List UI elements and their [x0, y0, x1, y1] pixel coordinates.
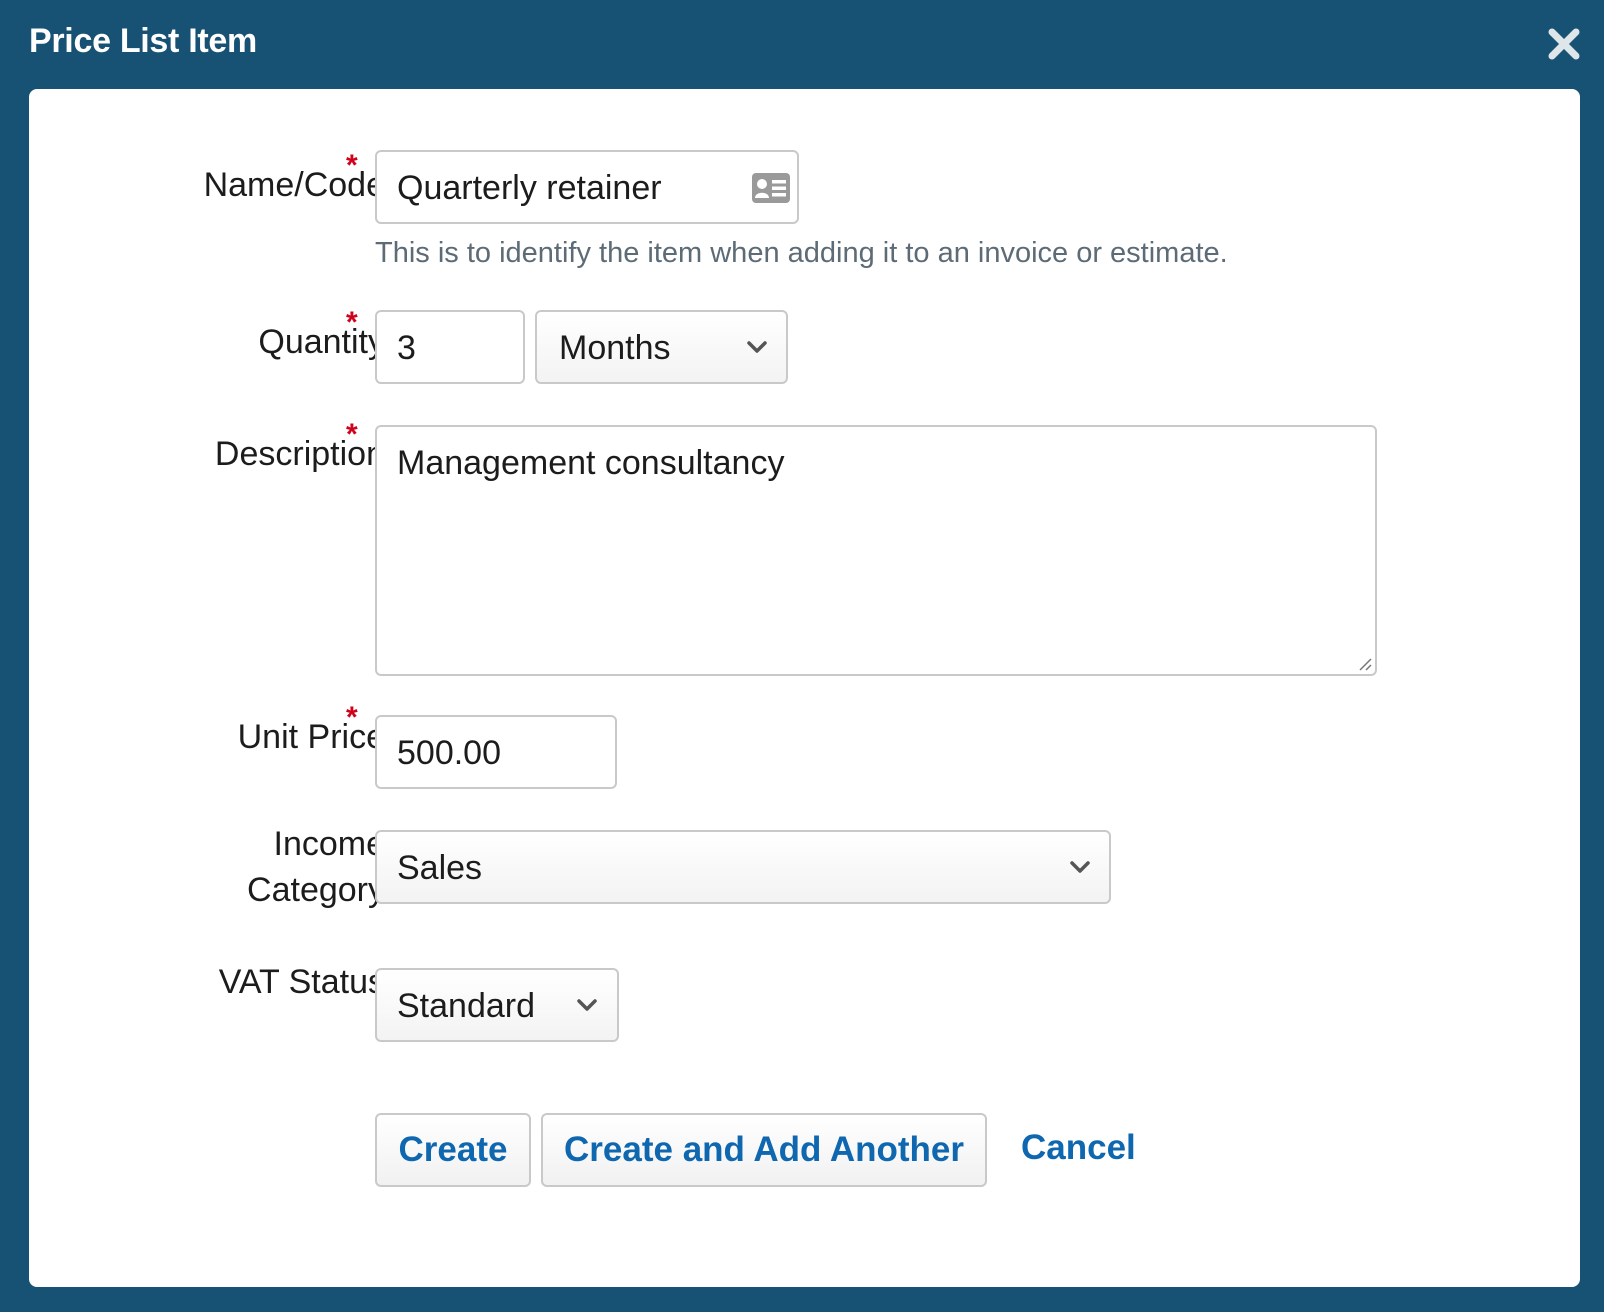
income-category-select[interactable]: Sales — [375, 830, 1111, 904]
close-icon[interactable] — [1546, 26, 1582, 62]
quantity-input[interactable]: 3 — [375, 310, 525, 384]
dialog-body: Name/Code * Quarterly retainer This is t… — [29, 89, 1580, 1287]
dialog-titlebar: Price List Item — [0, 0, 1604, 89]
dialog-title: Price List Item — [29, 22, 257, 60]
required-mark: * — [346, 701, 358, 734]
unit-price-input[interactable]: 500.00 — [375, 715, 617, 789]
income-category-value: Sales — [397, 849, 483, 887]
quantity-value: 3 — [397, 329, 416, 367]
vat-status-select[interactable]: Standard — [375, 968, 619, 1042]
required-mark: * — [346, 418, 358, 451]
description-value: Management consultancy — [397, 444, 785, 482]
quantity-label: Quantity — [258, 323, 385, 361]
create-button[interactable]: Create — [375, 1113, 531, 1187]
quantity-unit-select[interactable]: Months — [535, 310, 788, 384]
required-mark: * — [346, 306, 358, 339]
income-category-label-line1: Income — [273, 825, 386, 863]
unit-price-label: Unit Price — [237, 718, 385, 756]
create-and-add-another-button[interactable]: Create and Add Another — [541, 1113, 987, 1187]
contact-card-icon[interactable] — [751, 172, 791, 204]
chevron-down-icon — [1070, 861, 1090, 873]
description-textarea[interactable]: Management consultancy — [375, 425, 1377, 676]
name-code-input[interactable]: Quarterly retainer — [375, 150, 799, 224]
unit-price-value: 500.00 — [397, 734, 501, 772]
chevron-down-icon — [577, 999, 597, 1011]
required-mark: * — [346, 149, 358, 182]
description-label: Description — [214, 435, 385, 473]
cancel-link[interactable]: Cancel — [1021, 1128, 1136, 1168]
vat-status-label: VAT Status — [218, 963, 385, 1001]
chevron-down-icon — [747, 341, 767, 353]
quantity-unit-value: Months — [559, 329, 671, 367]
vat-status-value: Standard — [397, 987, 535, 1025]
name-code-value: Quarterly retainer — [397, 169, 662, 207]
resize-handle-icon[interactable] — [1356, 655, 1372, 671]
name-code-hint: This is to identify the item when adding… — [375, 237, 1228, 269]
income-category-label-line2: Category — [247, 871, 385, 909]
